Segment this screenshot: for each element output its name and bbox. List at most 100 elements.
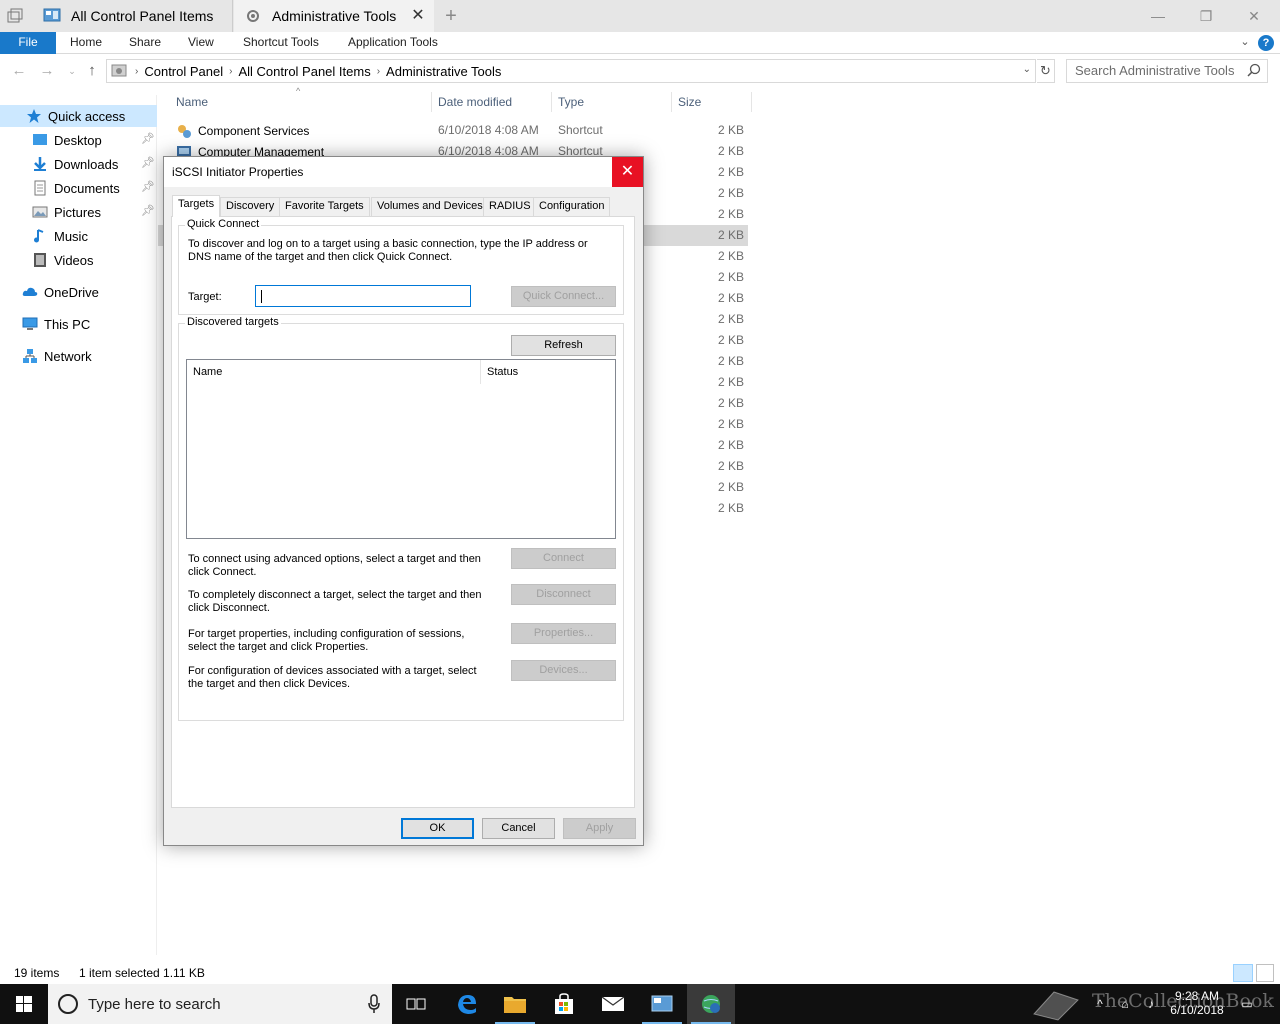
task-view-icon <box>406 998 426 1010</box>
help-icon[interactable]: ? <box>1258 35 1274 51</box>
folder-icon <box>504 997 526 1013</box>
target-label: Target: <box>188 291 222 303</box>
apply-button[interactable]: Apply <box>563 818 636 839</box>
tab-discovery[interactable]: Discovery <box>220 197 281 216</box>
text-caret <box>261 290 262 303</box>
nav-item-documents[interactable]: Documents 📌︎ <box>0 177 157 199</box>
nav-item-network[interactable]: Network <box>0 345 157 367</box>
pin-icon: 📌︎ <box>141 181 155 193</box>
column-header-name[interactable]: Name <box>158 92 432 112</box>
ribbon-tab-view[interactable]: View <box>174 32 228 54</box>
selection-info: 1 item selected 1.11 KB <box>79 966 205 980</box>
taskbar-control-panel[interactable] <box>638 984 686 1024</box>
ribbon-tab-shortcut-tools[interactable]: Shortcut Tools <box>229 32 333 54</box>
start-button[interactable] <box>0 984 48 1024</box>
tab-label: Administrative Tools <box>272 8 397 24</box>
breadcrumb-separator-icon[interactable]: › <box>377 66 380 77</box>
window-menu-icon[interactable] <box>6 8 24 24</box>
nav-item-this-pc[interactable]: This PC <box>0 313 157 335</box>
breadcrumb-administrative-tools[interactable]: Administrative Tools <box>386 64 501 79</box>
restore-icon[interactable]: ❐ <box>1182 0 1230 32</box>
task-view-button[interactable] <box>392 984 440 1024</box>
tab-all-control-panel-items[interactable]: All Control Panel Items <box>33 0 233 32</box>
address-dropdown-icon[interactable]: ⌄ <box>1023 64 1031 75</box>
details-view-icon[interactable] <box>1233 964 1253 982</box>
pin-icon: 📌︎ <box>141 157 155 169</box>
forward-icon[interactable]: → <box>37 61 57 81</box>
file-row[interactable]: Component Services 6/10/2018 4:08 AM Sho… <box>158 120 748 141</box>
tab-targets[interactable]: Targets <box>172 195 221 217</box>
column-header-size[interactable]: Size <box>672 92 752 112</box>
search-input[interactable]: Search Administrative Tools <box>1066 59 1268 83</box>
quick-connect-button[interactable]: Quick Connect... <box>511 286 616 307</box>
nav-item-onedrive[interactable]: OneDrive <box>0 281 157 303</box>
breadcrumb-separator-icon[interactable]: › <box>229 66 232 77</box>
cloud-icon <box>22 287 38 296</box>
ribbon-tab-file[interactable]: File <box>0 32 56 54</box>
search-placeholder: Search Administrative Tools <box>1075 63 1235 78</box>
disconnect-description: To completely disconnect a target, selec… <box>188 589 482 614</box>
taskbar-search-input[interactable]: Type here to search <box>48 984 392 1024</box>
expand-ribbon-icon[interactable]: ⌄ <box>1238 35 1252 49</box>
taskbar-file-explorer[interactable] <box>491 984 539 1024</box>
dialog-close-icon[interactable]: ✕ <box>612 157 643 187</box>
search-icon <box>1247 63 1261 77</box>
ribbon-tab-share[interactable]: Share <box>115 32 175 54</box>
tab-administrative-tools[interactable]: Administrative Tools ✕ <box>234 0 434 32</box>
new-tab-icon[interactable]: + <box>441 6 461 26</box>
nav-item-desktop[interactable]: Desktop 📌︎ <box>0 129 157 151</box>
target-input[interactable] <box>255 285 471 307</box>
recent-locations-icon[interactable]: ⌄ <box>62 61 82 81</box>
tab-volumes-and-devices[interactable]: Volumes and Devices <box>371 197 489 216</box>
connect-button[interactable]: Connect <box>511 548 616 569</box>
control-panel-icon <box>111 64 127 77</box>
file-name: Component Services <box>198 124 310 138</box>
nav-item-pictures[interactable]: Pictures 📌︎ <box>0 201 157 223</box>
cancel-button[interactable]: Cancel <box>482 818 555 839</box>
tab-favorite-targets[interactable]: Favorite Targets <box>279 197 370 216</box>
tab-configuration[interactable]: Configuration <box>533 197 611 216</box>
breadcrumb-all-control-panel-items[interactable]: All Control Panel Items <box>238 64 370 79</box>
admin-tools-icon <box>247 10 259 22</box>
taskbar-iscsi-initiator[interactable] <box>687 984 735 1024</box>
column-header-date-modified[interactable]: Date modified <box>432 92 552 112</box>
ribbon-tab-home[interactable]: Home <box>56 32 116 54</box>
title-bar: All Control Panel Items Administrative T… <box>0 0 1280 32</box>
refresh-button[interactable]: Refresh <box>511 335 616 356</box>
address-bar[interactable]: › Control Panel › All Control Panel Item… <box>106 59 1036 83</box>
microphone-icon[interactable] <box>368 994 380 1014</box>
nav-item-videos[interactable]: Videos <box>0 249 157 271</box>
nav-item-downloads[interactable]: Downloads 📌︎ <box>0 153 157 175</box>
list-column-status[interactable]: Status <box>481 360 615 384</box>
nav-item-label: This PC <box>44 316 91 332</box>
ok-button[interactable]: OK <box>401 818 474 839</box>
close-tab-icon[interactable]: ✕ <box>410 8 426 24</box>
control-panel-icon <box>651 995 673 1012</box>
column-header-type[interactable]: Type <box>552 92 672 112</box>
disconnect-button[interactable]: Disconnect <box>511 584 616 605</box>
taskbar-mail[interactable] <box>589 984 637 1024</box>
tab-radius[interactable]: RADIUS <box>483 197 537 216</box>
ribbon-tab-application-tools[interactable]: Application Tools <box>334 32 452 54</box>
close-window-icon[interactable]: ✕ <box>1230 0 1278 32</box>
list-column-name[interactable]: Name <box>187 360 481 384</box>
file-name-cell: Component Services <box>176 123 309 139</box>
nav-item-music[interactable]: Music <box>0 225 157 247</box>
discovered-targets-list[interactable]: Name Status <box>186 359 616 539</box>
devices-button[interactable]: Devices... <box>511 660 616 681</box>
taskbar-store[interactable] <box>540 984 588 1024</box>
minimize-icon[interactable]: — <box>1134 0 1182 32</box>
taskbar-edge[interactable] <box>443 984 491 1024</box>
breadcrumb-control-panel[interactable]: Control Panel <box>144 64 223 79</box>
up-icon[interactable]: ↑ <box>82 61 102 81</box>
nav-item-quick-access[interactable]: Quick access <box>0 105 157 127</box>
large-icons-view-icon[interactable] <box>1256 964 1274 982</box>
refresh-icon[interactable]: ↻ <box>1037 59 1055 83</box>
dialog-title-bar: iSCSI Initiator Properties ✕ <box>164 157 643 187</box>
back-icon[interactable]: ← <box>9 61 29 81</box>
file-size: 2 KB <box>717 123 744 137</box>
properties-button[interactable]: Properties... <box>511 623 616 644</box>
dialog-tabs: Targets Discovery Favorite Targets Volum… <box>172 195 636 217</box>
navigation-bar: ← → ⌄ ↑ › Control Panel › All Control Pa… <box>0 55 1280 87</box>
desktop-icon <box>33 134 47 145</box>
